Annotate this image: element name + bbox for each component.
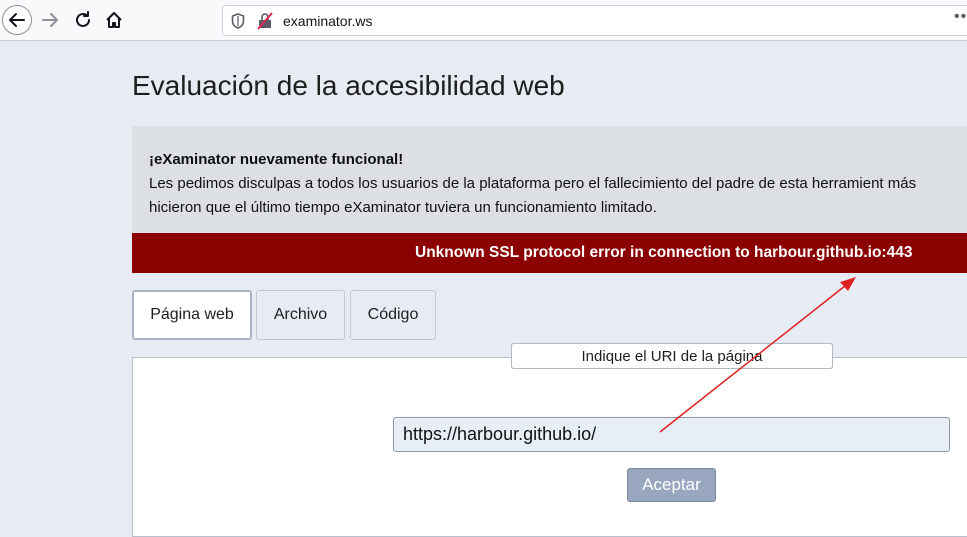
tab-archivo[interactable]: Archivo xyxy=(256,290,345,340)
home-icon xyxy=(106,12,122,28)
home-button[interactable] xyxy=(99,5,129,35)
aceptar-button[interactable]: Aceptar xyxy=(627,468,716,502)
notice-text-line-2: hicieron que el último tiempo eXaminator… xyxy=(149,199,657,216)
uri-input[interactable] xyxy=(393,417,950,452)
tab-codigo[interactable]: Código xyxy=(350,290,436,340)
arrow-left-icon xyxy=(9,13,25,27)
aceptar-label: Aceptar xyxy=(642,475,701,494)
tab-label: Código xyxy=(367,306,419,323)
legend-text: Indique el URI de la página xyxy=(581,347,763,365)
arrow-head xyxy=(840,277,856,291)
notice-box: ¡eXaminator nuevamente funcional! Les pe… xyxy=(132,126,967,233)
arrow-right-icon xyxy=(42,13,58,27)
url-text[interactable]: examinator.ws xyxy=(283,13,372,29)
page-title: Evaluación de la accesibilidad web xyxy=(132,70,565,101)
tab-label: Archivo xyxy=(273,306,328,323)
tab-label: Página web xyxy=(150,306,234,323)
browser-toolbar: examinator.ws •• xyxy=(0,0,967,41)
shield-icon[interactable] xyxy=(231,13,245,29)
page-actions-icon[interactable]: •• xyxy=(954,8,967,26)
error-message: Unknown SSL protocol error in connection… xyxy=(415,244,913,261)
reload-icon xyxy=(76,11,90,27)
notice-text-line-1: Les pedimos disculpas a todos los usuari… xyxy=(149,175,917,192)
ssl-error-banner: Unknown SSL protocol error in connection… xyxy=(132,233,967,273)
forward-button[interactable] xyxy=(35,5,65,35)
notice-title: ¡eXaminator nuevamente funcional! xyxy=(149,151,404,168)
tab-pagina-web[interactable]: Página web xyxy=(132,290,252,340)
insecure-lock-icon[interactable] xyxy=(257,12,273,30)
address-bar[interactable]: examinator.ws •• xyxy=(222,5,967,36)
uri-legend: Indique el URI de la página xyxy=(511,343,833,369)
reload-button[interactable] xyxy=(68,5,98,35)
back-button[interactable] xyxy=(2,5,32,35)
